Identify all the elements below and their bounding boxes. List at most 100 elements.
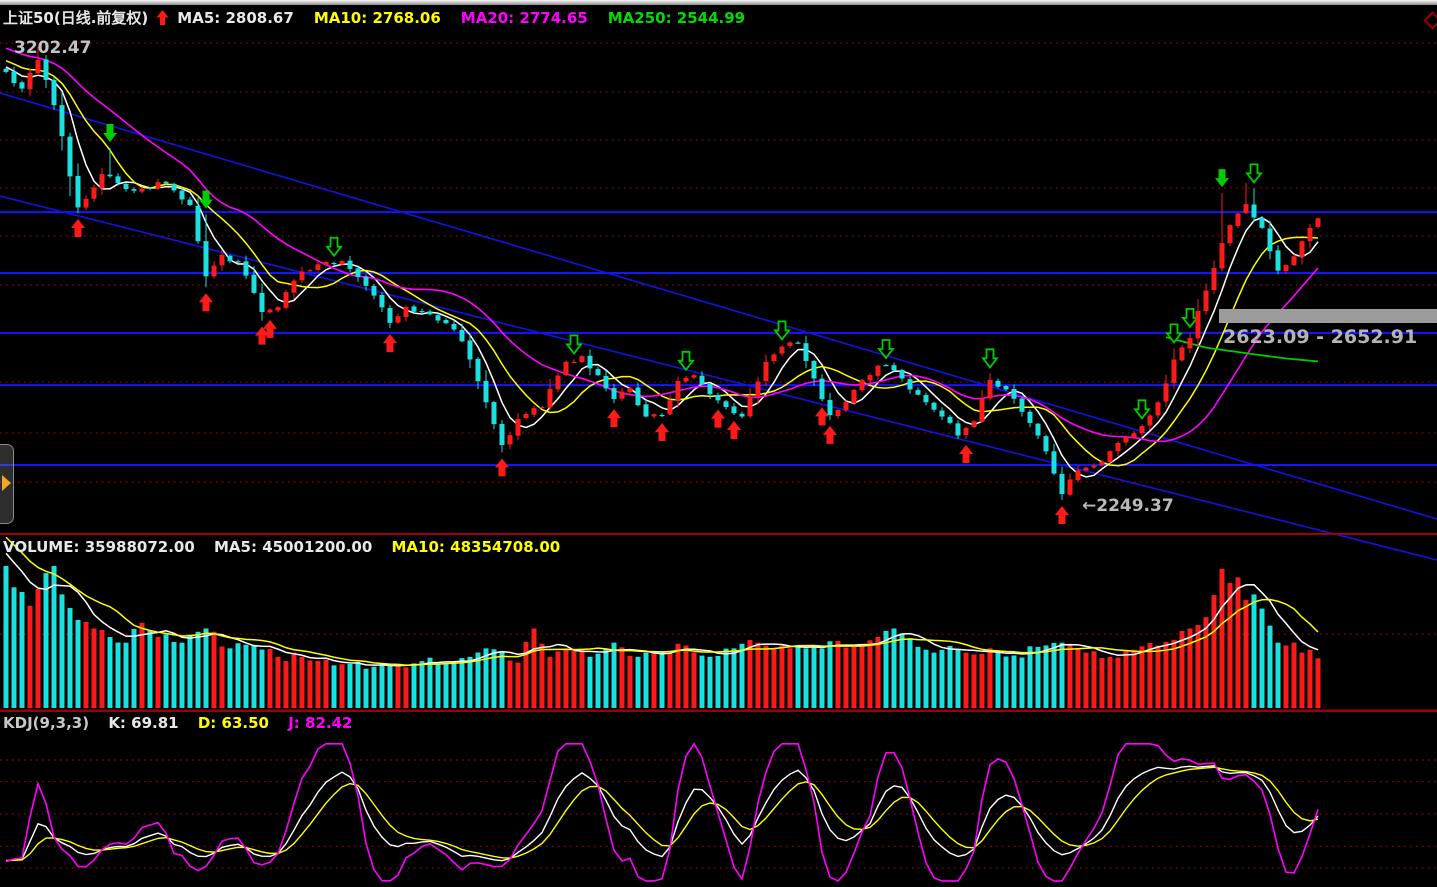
volume-bar[interactable] xyxy=(780,646,785,708)
volume-bar[interactable] xyxy=(716,656,721,708)
volume-bar[interactable] xyxy=(860,646,865,708)
candle[interactable] xyxy=(996,379,1001,389)
candle[interactable] xyxy=(1044,435,1049,455)
candle[interactable] xyxy=(884,364,889,366)
volume-bar[interactable] xyxy=(1060,643,1065,708)
volume-bar[interactable] xyxy=(812,647,817,708)
volume-bar[interactable] xyxy=(1148,643,1153,708)
candle[interactable] xyxy=(1060,467,1065,500)
volume-bar[interactable] xyxy=(668,654,673,708)
volume-bar[interactable] xyxy=(156,637,161,708)
volume-bar[interactable] xyxy=(676,644,681,708)
volume-bar[interactable] xyxy=(940,650,945,708)
candle[interactable] xyxy=(1156,401,1161,419)
volume-bar[interactable] xyxy=(76,620,81,708)
price-pane[interactable] xyxy=(0,43,1437,560)
volume-bar[interactable] xyxy=(1300,653,1305,708)
candle[interactable] xyxy=(1228,224,1233,246)
volume-bar[interactable] xyxy=(924,650,929,708)
candle[interactable] xyxy=(1164,375,1169,407)
volume-bar[interactable] xyxy=(772,649,777,708)
volume-bar[interactable] xyxy=(68,608,73,708)
volume-bar[interactable] xyxy=(1188,628,1193,708)
volume-bar[interactable] xyxy=(380,663,385,708)
candle[interactable] xyxy=(492,401,497,429)
volume-bar[interactable] xyxy=(692,652,697,708)
volume-bar[interactable] xyxy=(220,647,225,708)
candle[interactable] xyxy=(604,371,609,392)
volume-bar[interactable] xyxy=(116,643,121,708)
volume-bar[interactable] xyxy=(148,631,153,708)
candle[interactable] xyxy=(476,357,481,389)
candle[interactable] xyxy=(596,367,601,377)
candle[interactable] xyxy=(28,68,33,96)
candle[interactable] xyxy=(396,314,401,324)
candle[interactable] xyxy=(348,256,353,272)
candle[interactable] xyxy=(300,267,305,283)
candle[interactable] xyxy=(956,420,961,439)
candle[interactable] xyxy=(612,384,617,403)
volume-bar[interactable] xyxy=(684,646,689,708)
candle[interactable] xyxy=(1140,424,1145,436)
volume-bar[interactable] xyxy=(1276,643,1281,708)
candle[interactable] xyxy=(68,133,73,196)
volume-bar[interactable] xyxy=(1068,645,1073,708)
volume-bar[interactable] xyxy=(316,661,321,708)
candle[interactable] xyxy=(556,373,561,392)
candle[interactable] xyxy=(820,374,825,401)
candle[interactable] xyxy=(1188,333,1193,353)
volume-bar[interactable] xyxy=(620,647,625,708)
volume-bar[interactable] xyxy=(564,648,569,708)
volume-bar[interactable] xyxy=(1084,653,1089,708)
candle[interactable] xyxy=(580,355,585,363)
candle[interactable] xyxy=(380,292,385,312)
volume-bar[interactable] xyxy=(332,665,337,708)
candle[interactable] xyxy=(508,432,513,449)
candle[interactable] xyxy=(452,321,457,332)
candle[interactable] xyxy=(668,395,673,416)
candle[interactable] xyxy=(876,365,881,380)
volume-bar[interactable] xyxy=(484,648,489,708)
volume-bar[interactable] xyxy=(252,646,257,708)
candle[interactable] xyxy=(500,420,505,453)
candle[interactable] xyxy=(196,197,201,243)
volume-bar[interactable] xyxy=(36,589,41,708)
volume-bar[interactable] xyxy=(212,632,217,708)
volume-bar[interactable] xyxy=(796,646,801,708)
candle[interactable] xyxy=(652,413,657,418)
volume-bar[interactable] xyxy=(1316,658,1321,708)
volume-bar[interactable] xyxy=(452,663,457,708)
candle[interactable] xyxy=(1252,188,1257,222)
candle[interactable] xyxy=(388,305,393,328)
volume-bar[interactable] xyxy=(60,594,65,708)
volume-bar[interactable] xyxy=(764,646,769,708)
volume-bar[interactable] xyxy=(908,638,913,708)
candle[interactable] xyxy=(564,360,569,376)
volume-bar[interactable] xyxy=(1108,657,1113,708)
candle[interactable] xyxy=(524,412,529,420)
candle[interactable] xyxy=(92,185,97,202)
volume-bar[interactable] xyxy=(508,661,513,708)
volume-bar[interactable] xyxy=(1164,642,1169,708)
candle[interactable] xyxy=(356,267,361,282)
volume-bar[interactable] xyxy=(748,640,753,708)
volume-bar[interactable] xyxy=(180,643,185,708)
volume-bar[interactable] xyxy=(644,653,649,708)
volume-bar[interactable] xyxy=(580,649,585,708)
volume-bar[interactable] xyxy=(500,651,505,708)
candle[interactable] xyxy=(460,324,465,343)
volume-bar[interactable] xyxy=(1092,651,1097,708)
candle[interactable] xyxy=(796,341,801,344)
volume-bar[interactable] xyxy=(1052,643,1057,708)
candle[interactable] xyxy=(964,427,969,439)
volume-bar[interactable] xyxy=(844,648,849,708)
volume-bar[interactable] xyxy=(308,660,313,708)
candle[interactable] xyxy=(644,400,649,418)
volume-bar[interactable] xyxy=(1124,650,1129,708)
volume-bar[interactable] xyxy=(1036,647,1041,708)
volume-bar[interactable] xyxy=(1284,646,1289,708)
candle[interactable] xyxy=(1316,217,1321,228)
volume-bar[interactable] xyxy=(1236,577,1241,708)
volume-bar[interactable] xyxy=(556,651,561,708)
volume-bar[interactable] xyxy=(740,644,745,708)
